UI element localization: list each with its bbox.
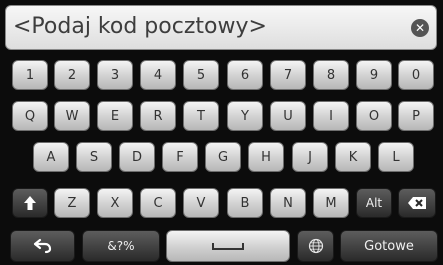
key-t[interactable]: T [183,101,219,131]
input-placeholder: <Podaj kod pocztowy> [13,14,267,39]
backspace-key[interactable] [398,188,436,218]
key-v[interactable]: V [183,188,219,218]
language-key[interactable] [297,230,334,262]
key-u[interactable]: U [270,101,306,131]
shift-arrow-icon [24,196,36,210]
key-g[interactable]: G [205,142,241,172]
key-m[interactable]: M [313,188,349,218]
key-5[interactable]: 5 [183,60,219,90]
key-1[interactable]: 1 [12,60,48,90]
key-h[interactable]: H [248,142,284,172]
key-o[interactable]: O [356,101,392,131]
key-w[interactable]: W [54,101,90,131]
key-j[interactable]: J [292,142,328,172]
globe-icon [308,238,323,254]
key-x[interactable]: X [97,188,133,218]
backspace-icon [408,197,426,209]
done-button[interactable]: Gotowe [340,230,438,262]
key-3[interactable]: 3 [97,60,133,90]
space-key[interactable] [166,230,290,262]
shift-key[interactable] [12,188,48,218]
key-d[interactable]: D [119,142,155,172]
key-z[interactable]: Z [54,188,90,218]
keyboard-screen: <Podaj kod pocztowy> ✕ 1 2 3 4 5 6 7 8 9… [0,0,443,265]
key-c[interactable]: C [140,188,176,218]
symbols-key[interactable]: &?% [82,230,160,262]
zip-code-input[interactable]: <Podaj kod pocztowy> ✕ [5,5,437,50]
back-arrow-icon [33,238,51,254]
key-9[interactable]: 9 [356,60,392,90]
key-2[interactable]: 2 [54,60,90,90]
key-l[interactable]: L [378,142,414,172]
key-7[interactable]: 7 [270,60,306,90]
key-8[interactable]: 8 [313,60,349,90]
key-a[interactable]: A [33,142,69,172]
key-4[interactable]: 4 [140,60,176,90]
key-r[interactable]: R [140,101,176,131]
key-n[interactable]: N [270,188,306,218]
key-0[interactable]: 0 [398,60,434,90]
alt-key[interactable]: Alt [356,188,392,218]
key-e[interactable]: E [97,101,133,131]
key-s[interactable]: S [76,142,112,172]
key-p[interactable]: P [398,101,434,131]
key-y[interactable]: Y [227,101,263,131]
close-icon[interactable]: ✕ [411,19,429,37]
space-bar-icon [212,243,244,250]
key-i[interactable]: I [313,101,349,131]
back-button[interactable] [10,230,75,262]
key-6[interactable]: 6 [227,60,263,90]
key-b[interactable]: B [227,188,263,218]
key-q[interactable]: Q [12,101,48,131]
key-f[interactable]: F [162,142,198,172]
key-k[interactable]: K [335,142,371,172]
